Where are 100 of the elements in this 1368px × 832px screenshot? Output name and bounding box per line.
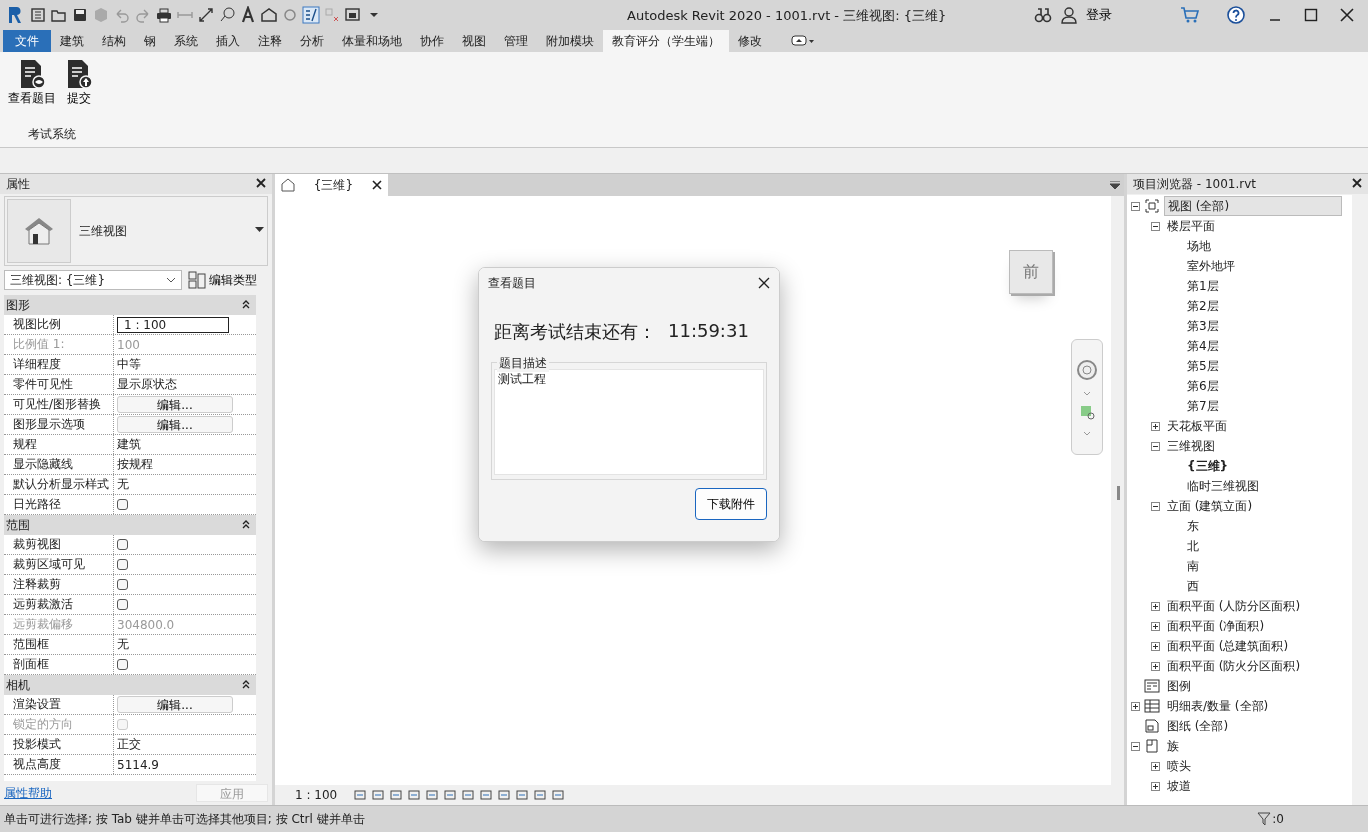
filter-icon[interactable]	[1257, 812, 1272, 826]
help-link[interactable]: 属性帮助	[4, 784, 52, 802]
close-icon[interactable]	[1340, 8, 1354, 22]
tree-item[interactable]: 第3层	[1184, 316, 1222, 336]
ribbon-tab[interactable]: 建筑	[51, 30, 93, 52]
expand-toggle-icon[interactable]	[1151, 621, 1160, 631]
collapse-icon[interactable]	[242, 300, 250, 310]
tree-item[interactable]: 天花板平面	[1164, 416, 1230, 436]
doc-icon[interactable]	[29, 6, 47, 24]
tree-item[interactable]: 楼层平面	[1164, 216, 1218, 236]
ribbon-tab[interactable]: 教育评分（学生端）	[603, 30, 729, 52]
edit-button[interactable]: 编辑...	[117, 696, 233, 713]
dropdown-icon[interactable]	[255, 227, 264, 233]
tree-item[interactable]: 第5层	[1184, 356, 1222, 376]
expand-toggle-icon[interactable]	[1151, 221, 1160, 231]
scale-label[interactable]: 1 : 100	[295, 788, 338, 802]
tree-item[interactable]: 明细表/数量 (全部)	[1164, 696, 1272, 716]
tree-item[interactable]: 族	[1164, 736, 1182, 756]
tree-item[interactable]: 图纸 (全部)	[1164, 716, 1232, 736]
checkbox[interactable]	[117, 499, 128, 510]
checkbox[interactable]	[117, 559, 128, 570]
edit-button[interactable]: 编辑...	[117, 416, 233, 433]
tree-item[interactable]: 喷头	[1164, 756, 1194, 776]
revit-logo-icon[interactable]	[8, 6, 22, 24]
ribbon-tab[interactable]: 注释	[249, 30, 291, 52]
tree-item[interactable]: 第6层	[1184, 376, 1222, 396]
expand-toggle-icon[interactable]	[1151, 421, 1160, 431]
cart-icon[interactable]	[1180, 6, 1200, 24]
expand-toggle-icon[interactable]	[1151, 661, 1160, 671]
ribbon-tab[interactable]: 结构	[93, 30, 135, 52]
expand-toggle-icon[interactable]	[1151, 441, 1160, 451]
house-icon[interactable]	[260, 6, 278, 24]
tree-item[interactable]: 临时三维视图	[1184, 476, 1262, 496]
tree-item[interactable]: 三维视图	[1164, 436, 1218, 456]
ribbon-tab[interactable]: 视图	[453, 30, 495, 52]
ribbon-tab[interactable]: 体量和场地	[333, 30, 411, 52]
tree-item[interactable]: 第1层	[1184, 276, 1222, 296]
expand-toggle-icon[interactable]	[1131, 741, 1140, 751]
maximize-icon[interactable]	[1304, 8, 1318, 22]
tree-item[interactable]: 面积平面 (人防分区面积)	[1164, 596, 1304, 616]
tree-item[interactable]: 场地	[1184, 236, 1214, 256]
edit-button[interactable]: 编辑...	[117, 396, 233, 413]
description-field[interactable]: 测试工程	[494, 369, 764, 475]
checkbox[interactable]	[117, 659, 128, 670]
checkbox[interactable]	[117, 539, 128, 550]
tree-item[interactable]: 第7层	[1184, 396, 1222, 416]
expand-toggle-icon[interactable]	[1151, 641, 1160, 651]
tree-item[interactable]: 室外地坪	[1184, 256, 1238, 276]
navigation-bar[interactable]	[1071, 339, 1103, 455]
help-icon[interactable]	[1226, 5, 1246, 25]
ribbon-tab[interactable]: 管理	[495, 30, 537, 52]
tree-item[interactable]: 立面 (建筑立面)	[1164, 496, 1256, 516]
expand-toggle-icon[interactable]	[1151, 781, 1160, 791]
edit-type-button[interactable]: 编辑类型	[188, 271, 257, 289]
ribbon-tab[interactable]: 文件	[3, 30, 51, 52]
tree-item[interactable]: 面积平面 (总建筑面积)	[1164, 636, 1292, 656]
expand-toggle-icon[interactable]	[1151, 601, 1160, 611]
tree-item[interactable]: {三维}	[1184, 456, 1232, 476]
expand-toggle-icon[interactable]	[1131, 201, 1140, 211]
ribbon-tab[interactable]: 修改	[729, 30, 771, 52]
tree-item[interactable]: 南	[1184, 556, 1202, 576]
ribbon-tab[interactable]: 插入	[207, 30, 249, 52]
expand-toggle-icon[interactable]	[1151, 761, 1160, 771]
close-icon[interactable]	[758, 277, 770, 289]
download-button[interactable]: 下载附件	[695, 488, 767, 520]
tree-item[interactable]: 面积平面 (防火分区面积)	[1164, 656, 1304, 676]
collapse-icon[interactable]	[242, 520, 250, 530]
ribbon-tab[interactable]: 钢	[135, 30, 165, 52]
tree-item[interactable]: 北	[1184, 536, 1202, 556]
tree-item[interactable]: 图例	[1164, 676, 1194, 696]
ribbon-tab[interactable]: 附加模块	[537, 30, 603, 52]
tree-item[interactable]: 第4层	[1184, 336, 1222, 356]
ribbon-tab[interactable]: 协作	[411, 30, 453, 52]
binoculars-icon[interactable]	[1034, 6, 1052, 24]
viewcube[interactable]: 前	[1009, 250, 1053, 294]
collapse-icon[interactable]	[242, 680, 250, 690]
tree-item[interactable]: 第2层	[1184, 296, 1222, 316]
value-field[interactable]: 1 : 100	[117, 316, 229, 333]
checkbox[interactable]	[117, 599, 128, 610]
ribbon-tab[interactable]: 系统	[165, 30, 207, 52]
view-tab[interactable]: {三维}	[275, 174, 388, 196]
ribbon-button[interactable]: 提交	[62, 58, 96, 107]
checkbox[interactable]	[117, 579, 128, 590]
tree-item[interactable]: 坡道	[1164, 776, 1194, 796]
user-icon[interactable]	[1060, 6, 1078, 24]
view-selector[interactable]: 三维视图: {三维}	[4, 270, 182, 290]
tree-item[interactable]: 面积平面 (净面积)	[1164, 616, 1268, 636]
save-icon[interactable]	[71, 6, 89, 24]
print-icon[interactable]	[155, 6, 173, 24]
tree-item[interactable]: 东	[1184, 516, 1202, 536]
tree-item[interactable]: 西	[1184, 576, 1202, 596]
ribbon-tab[interactable]: 分析	[291, 30, 333, 52]
expand-toggle-icon[interactable]	[1131, 701, 1140, 711]
login-button[interactable]: 登录	[1086, 6, 1112, 24]
close-icon[interactable]	[372, 180, 382, 190]
ribbon-button[interactable]: 查看题目	[6, 58, 58, 107]
expand-toggle-icon[interactable]	[1151, 501, 1160, 511]
tree-item[interactable]: 视图 (全部)	[1164, 196, 1342, 216]
property-label: 图形显示选项	[4, 415, 114, 434]
text-icon[interactable]	[239, 6, 257, 24]
